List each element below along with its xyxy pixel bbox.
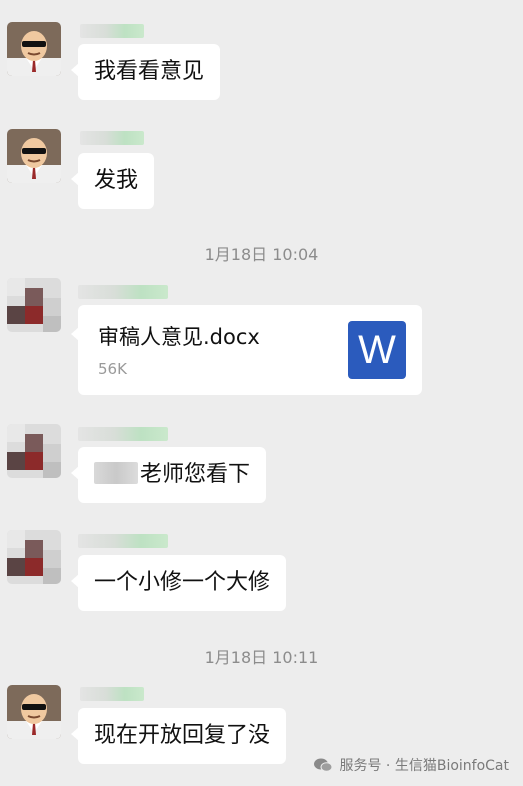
message-text: 我看看意见 — [94, 59, 205, 84]
redacted-name — [94, 462, 138, 484]
wechat-icon — [314, 758, 333, 772]
avatar[interactable] — [7, 530, 61, 584]
sender-name — [80, 131, 144, 145]
message-text: 发我 — [94, 168, 139, 193]
message-bubble[interactable]: 现在开放回复了没 — [70, 708, 287, 764]
sender-name — [80, 687, 144, 701]
message-bubble[interactable]: 一个小修一个大修 — [70, 555, 287, 611]
timestamp: 1月18日 10:04 — [204, 245, 319, 264]
watermark: 服务号 · 生信猫BioinfoCat — [313, 755, 509, 775]
word-document-icon: W — [348, 321, 406, 379]
watermark-label: 服务号 · 生信猫BioinfoCat — [339, 758, 509, 774]
avatar[interactable] — [7, 278, 61, 332]
message-bubble[interactable]: 我看看意见 — [70, 44, 221, 100]
sender-name — [80, 24, 144, 38]
file-size: 56K — [98, 360, 127, 378]
message-text: 老师您看下 — [140, 462, 251, 487]
sender-name — [78, 427, 168, 441]
avatar[interactable] — [7, 685, 61, 739]
file-name: 审稿人意见.docx — [98, 325, 260, 349]
avatar[interactable] — [7, 22, 61, 76]
message-bubble[interactable]: 发我 — [70, 153, 155, 209]
file-message[interactable]: 审稿人意见.docx 56K W — [71, 305, 422, 395]
avatar[interactable] — [7, 424, 61, 478]
sender-name — [78, 285, 168, 299]
message-text: 现在开放回复了没 — [94, 723, 271, 748]
avatar[interactable] — [7, 129, 61, 183]
sender-name — [78, 534, 168, 548]
timestamp: 1月18日 10:11 — [204, 648, 319, 667]
message-bubble[interactable]: 老师您看下 — [70, 447, 267, 503]
message-text: 一个小修一个大修 — [94, 570, 271, 595]
